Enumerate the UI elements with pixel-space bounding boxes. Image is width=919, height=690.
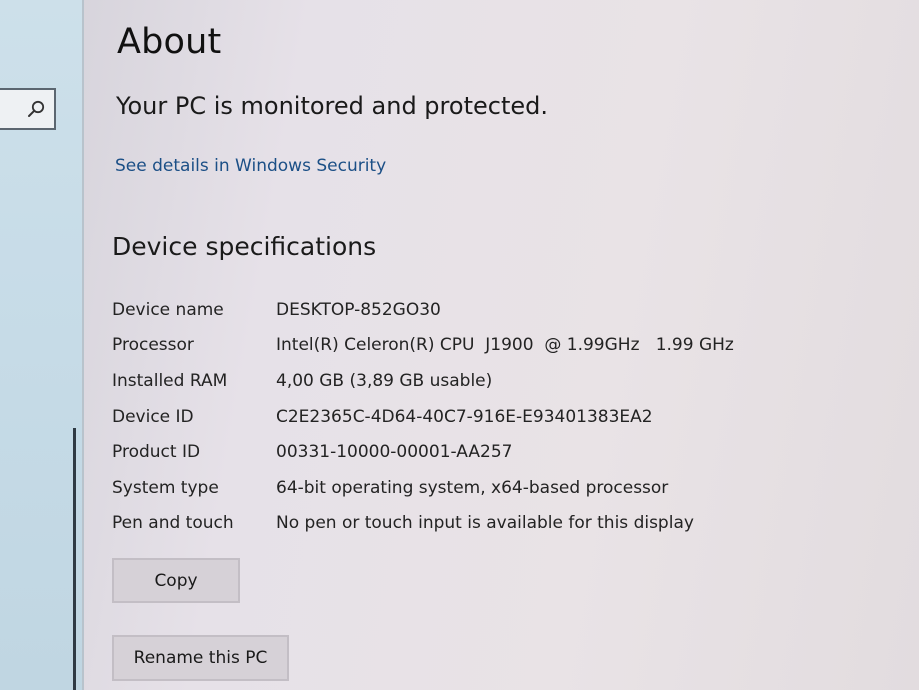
spec-row-product-id: Product ID 00331-10000-00001-AA257 — [112, 434, 734, 470]
rename-this-pc-button[interactable]: Rename this PC — [112, 635, 289, 681]
spec-value: DESKTOP-852GO30 — [276, 299, 441, 320]
spec-value: C2E2365C-4D64-40C7-916E-E93401383EA2 — [276, 406, 653, 427]
spec-label: Pen and touch — [112, 513, 234, 534]
device-specifications-heading: Device specifications — [112, 232, 377, 261]
search-box[interactable] — [0, 88, 56, 130]
spec-row-device-name: Device name DESKTOP-852GO30 — [112, 292, 734, 328]
spec-label: Installed RAM — [112, 370, 228, 391]
spec-row-installed-ram: Installed RAM 4,00 GB (3,89 GB usable) — [112, 363, 734, 399]
spec-row-processor: Processor Intel(R) Celeron(R) CPU J1900 … — [112, 328, 734, 364]
spec-value: 64-bit operating system, x64-based proce… — [276, 477, 669, 498]
spec-value: 4,00 GB (3,89 GB usable) — [276, 370, 493, 391]
navigation-pane — [0, 0, 84, 690]
protection-status-text: Your PC is monitored and protected. — [116, 92, 548, 120]
device-specifications-list: Device name DESKTOP-852GO30 Processor In… — [112, 292, 734, 541]
spec-label: Device name — [112, 299, 224, 320]
nav-scrollbar[interactable] — [73, 428, 76, 690]
spec-row-device-id: Device ID C2E2365C-4D64-40C7-916E-E93401… — [112, 399, 734, 435]
page-title: About — [117, 22, 222, 62]
spec-row-pen-and-touch: Pen and touch No pen or touch input is a… — [112, 506, 734, 542]
copy-button[interactable]: Copy — [112, 558, 240, 603]
spec-label: Device ID — [112, 406, 194, 427]
spec-label: Processor — [112, 335, 194, 356]
spec-row-system-type: System type 64-bit operating system, x64… — [112, 470, 734, 506]
windows-security-link[interactable]: See details in Windows Security — [115, 156, 386, 176]
spec-value: Intel(R) Celeron(R) CPU J1900 @ 1.99GHz … — [276, 335, 734, 356]
spec-value: No pen or touch input is available for t… — [276, 513, 694, 534]
spec-label: System type — [112, 477, 219, 498]
spec-value: 00331-10000-00001-AA257 — [276, 442, 513, 463]
search-icon[interactable] — [26, 99, 46, 119]
about-page: About Your PC is monitored and protected… — [112, 0, 892, 690]
spec-label: Product ID — [112, 442, 201, 463]
